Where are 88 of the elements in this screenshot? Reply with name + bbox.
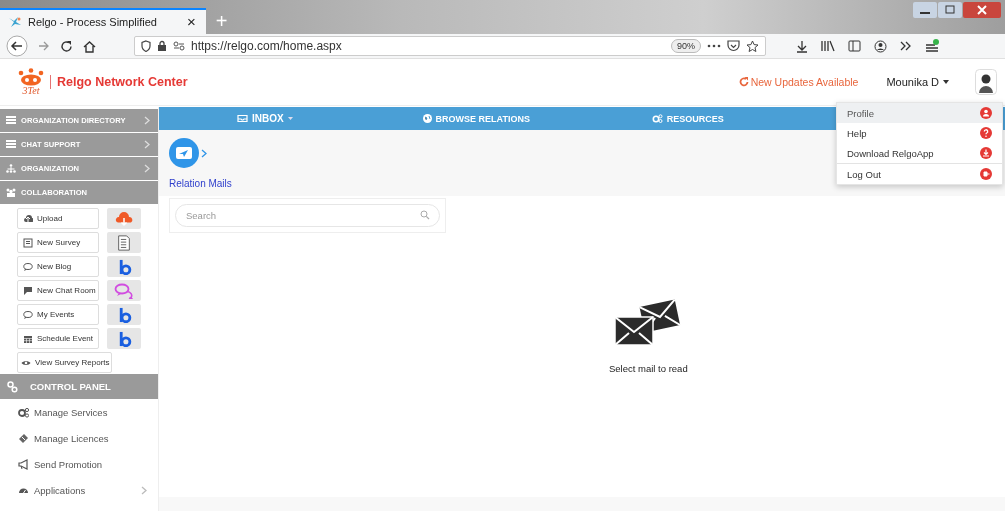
caret-icon bbox=[287, 117, 293, 120]
shortcut-tile[interactable] bbox=[107, 280, 141, 301]
shortcut-tile[interactable] bbox=[107, 256, 141, 277]
overflow-icon[interactable] bbox=[900, 41, 912, 51]
empty-state-message: Select mail to read bbox=[609, 363, 688, 374]
menu-item[interactable]: Log Out bbox=[837, 163, 1002, 184]
chevron-icon bbox=[144, 116, 150, 125]
gears-icon bbox=[7, 380, 18, 393]
forward-icon[interactable] bbox=[38, 40, 50, 52]
logout-icon bbox=[980, 168, 992, 180]
menu-icon[interactable] bbox=[925, 38, 939, 54]
group-icon bbox=[6, 188, 16, 197]
avatar-icon[interactable] bbox=[975, 69, 997, 95]
library-icon[interactable] bbox=[821, 40, 835, 52]
back-icon[interactable] bbox=[6, 35, 28, 57]
pocket-icon[interactable] bbox=[727, 40, 740, 52]
list-icon bbox=[23, 237, 33, 248]
logo-caption: 3Tet bbox=[22, 86, 40, 96]
download-icon[interactable] bbox=[796, 39, 808, 53]
shield-icon bbox=[141, 40, 151, 52]
menu-item[interactable]: Help bbox=[837, 123, 1002, 143]
refresh-icon bbox=[738, 77, 749, 87]
cloud-icon bbox=[114, 210, 134, 227]
menu-item[interactable]: Profile bbox=[837, 103, 1002, 123]
sidebar-item[interactable]: Applications bbox=[0, 477, 158, 503]
sidebar-item[interactable]: Manage Services bbox=[0, 399, 158, 425]
search-icon bbox=[420, 210, 430, 220]
close-tab-button[interactable]: × bbox=[185, 13, 198, 31]
user-menu-button[interactable]: Mounika D bbox=[880, 75, 955, 89]
calendar-icon bbox=[23, 333, 33, 344]
brand-name: Relgo Network Center bbox=[50, 75, 188, 89]
sidebar-item[interactable]: Manage Licences bbox=[0, 425, 158, 451]
speech-bubble-icon bbox=[23, 261, 33, 272]
chat-bubbles-icon bbox=[114, 282, 134, 299]
menu-item[interactable]: Download RelgoApp bbox=[837, 143, 1002, 163]
gears-icon bbox=[651, 114, 663, 123]
caret-icon bbox=[943, 80, 949, 84]
logo-icon bbox=[18, 68, 44, 86]
home-icon[interactable] bbox=[83, 39, 96, 53]
send-mail-icon[interactable] bbox=[169, 138, 199, 168]
document-icon bbox=[117, 234, 131, 251]
chevron-icon bbox=[141, 485, 147, 495]
permissions-icon bbox=[173, 41, 185, 51]
sidebar-action-button[interactable]: View Survey Reports bbox=[17, 352, 112, 373]
close-icon[interactable] bbox=[963, 2, 1001, 18]
list-icon bbox=[6, 140, 16, 149]
search-field[interactable]: Search bbox=[175, 204, 440, 227]
account-icon[interactable] bbox=[874, 39, 887, 53]
inbox-icon bbox=[236, 114, 248, 123]
sidebar-action-button[interactable]: New Blog bbox=[17, 256, 99, 277]
cloud-icon bbox=[23, 213, 33, 224]
chevron-icon bbox=[201, 148, 207, 158]
browser-tab[interactable]: Relgo - Process Simplified × bbox=[0, 8, 206, 34]
zoom-level[interactable]: 90% bbox=[671, 39, 701, 53]
bird-icon bbox=[8, 16, 22, 28]
gears-icon bbox=[18, 406, 29, 418]
minimize-icon[interactable] bbox=[913, 2, 937, 18]
sidebar-action-button[interactable]: New Survey bbox=[17, 232, 99, 253]
url-text: https://relgo.com/home.aspx bbox=[191, 39, 343, 53]
speech-bubble-icon bbox=[23, 309, 33, 320]
address-bar[interactable]: https://relgo.com/home.aspx 90% bbox=[134, 36, 766, 56]
ticket-icon bbox=[18, 432, 29, 444]
chevron-icon bbox=[144, 164, 150, 173]
shortcut-tile[interactable] bbox=[107, 328, 141, 349]
sidebar-action-button[interactable]: Upload bbox=[17, 208, 99, 229]
shortcut-tile[interactable] bbox=[107, 208, 141, 229]
chevron-icon bbox=[144, 140, 150, 149]
shortcut-tile[interactable] bbox=[107, 304, 141, 325]
help-icon bbox=[980, 127, 992, 139]
megaphone-icon bbox=[18, 458, 29, 470]
sidebar-action-button[interactable]: Schedule Event bbox=[17, 328, 99, 349]
shortcut-tile[interactable] bbox=[107, 232, 141, 253]
user-icon bbox=[980, 107, 992, 119]
comment-icon bbox=[23, 285, 33, 296]
lock-icon bbox=[157, 40, 167, 52]
sidebar-action-button[interactable]: New Chat Room bbox=[17, 280, 99, 301]
more-icon[interactable] bbox=[707, 44, 721, 48]
download-icon bbox=[980, 147, 992, 159]
list-icon bbox=[6, 116, 16, 125]
sidebar-icon[interactable] bbox=[848, 40, 861, 52]
sidebar-item[interactable]: Send Promotion bbox=[0, 451, 158, 477]
tab-title: Relgo - Process Simplified bbox=[28, 16, 157, 28]
star-icon[interactable] bbox=[746, 39, 759, 53]
breadcrumb-link[interactable]: Relation Mails bbox=[169, 178, 232, 189]
hierarchy-icon bbox=[6, 164, 16, 173]
globe-icon bbox=[422, 114, 432, 123]
reload-icon[interactable] bbox=[60, 39, 73, 53]
sidebar-action-button[interactable]: My Events bbox=[17, 304, 99, 325]
